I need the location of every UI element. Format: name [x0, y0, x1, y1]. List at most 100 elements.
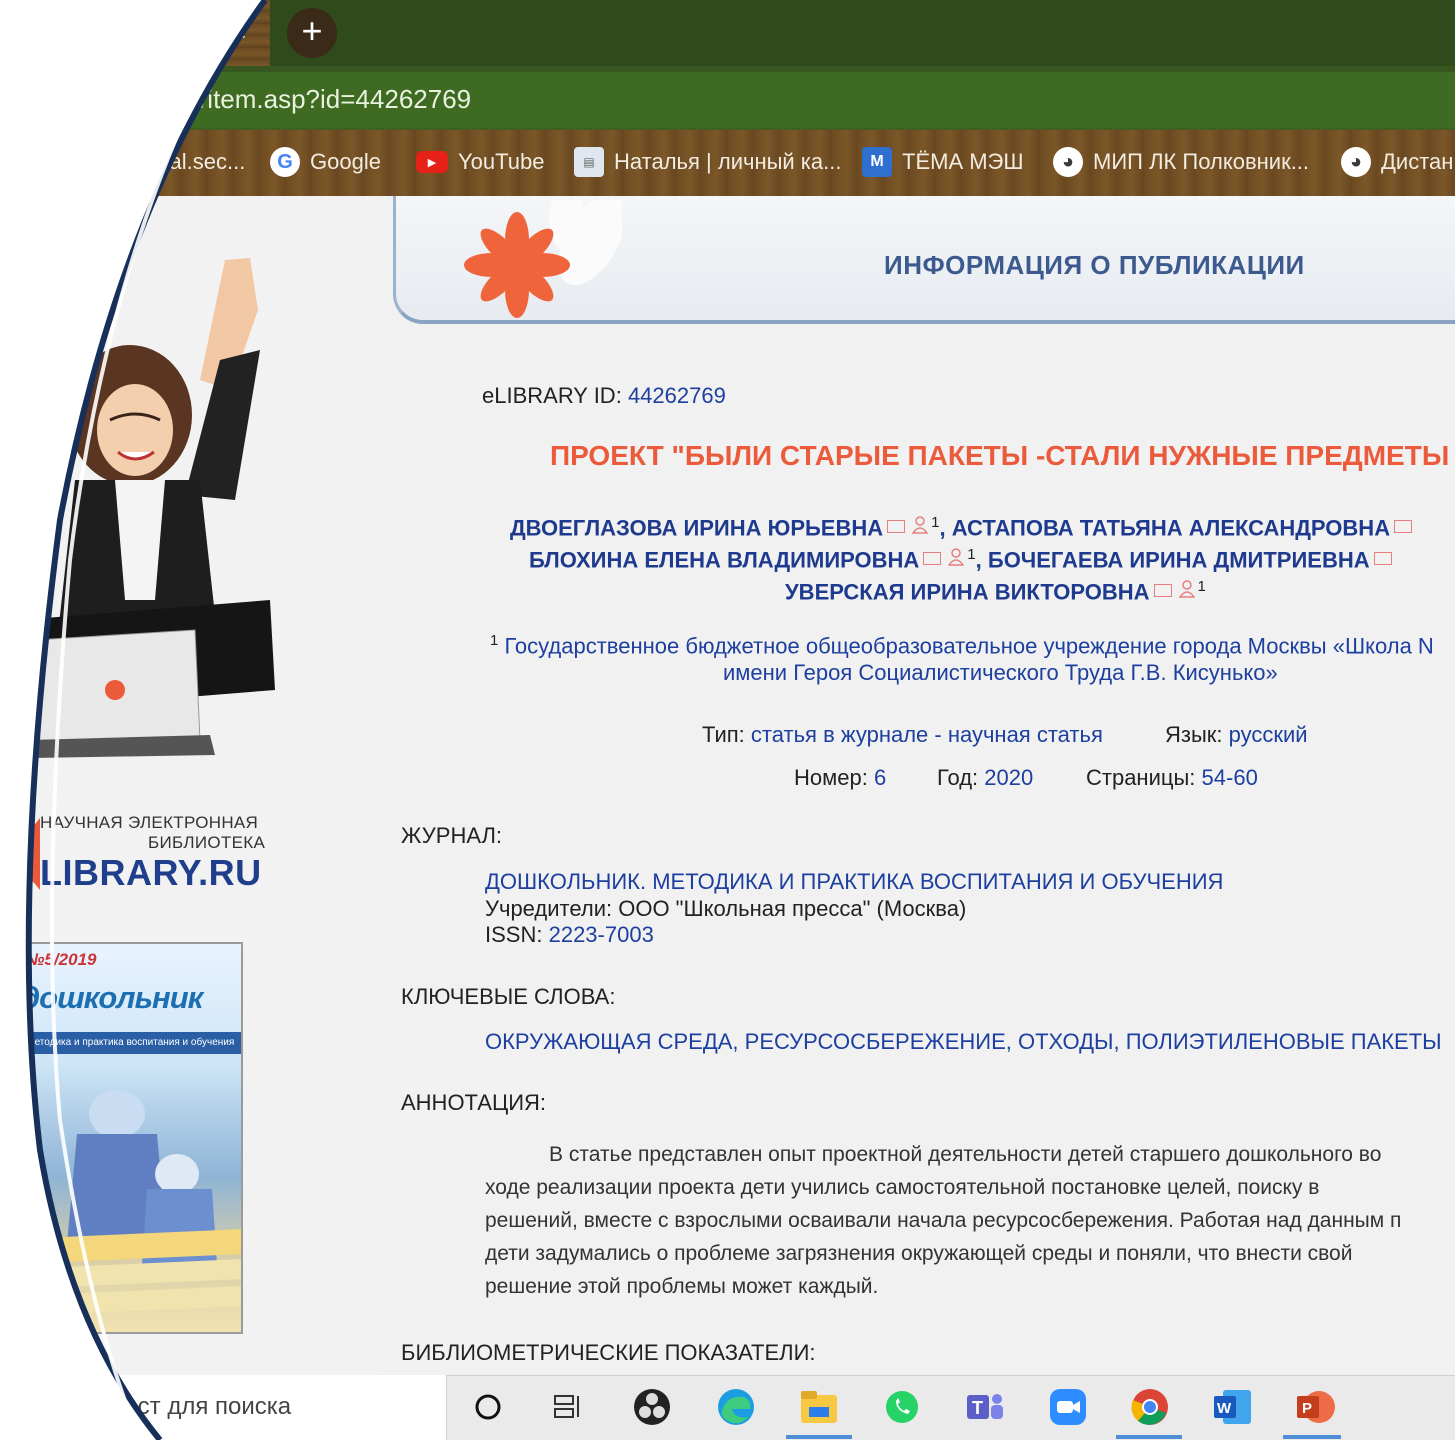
keywords-section-label: КЛЮЧЕВЫЕ СЛОВА:: [401, 984, 616, 1009]
authors-line-2: БЛОХИНА ЕЛЕНА ВЛАДИМИРОВНА 1, БОЧЕГАЕВА И…: [529, 546, 1394, 573]
affiliation-marker: 1: [1197, 578, 1206, 595]
google-icon: G: [270, 147, 300, 177]
publication-title: ПРОЕКТ "БЫЛИ СТАРЫЕ ПАКЕТЫ -СТАЛИ НУЖНЫЕ…: [550, 440, 1450, 471]
affiliation-line-1: 1 Государственное бюджетное общеобразова…: [490, 632, 1434, 659]
bookmark-label: Дистан: [1381, 149, 1454, 174]
author-link[interactable]: АСТАПОВА ТАТЬЯНА АЛЕКСАНДРОВНА: [952, 515, 1390, 540]
globe-icon: ◕: [1053, 147, 1083, 177]
type-label: Тип:: [702, 722, 745, 747]
pages-value: 54-60: [1201, 765, 1258, 790]
person-with-laptop-image: [20, 258, 275, 758]
obs-studio-icon[interactable]: [630, 1385, 674, 1429]
chrome-icon[interactable]: [1128, 1385, 1172, 1429]
author-link[interactable]: БЛОХИНА ЕЛЕНА ВЛАДИМИРОВНА: [529, 547, 919, 572]
journal-section-label: ЖУРНАЛ:: [401, 823, 503, 848]
logo-text-line1: НАУЧНАЯ ЭЛЕКТРОННАЯ: [40, 813, 259, 832]
email-icon[interactable]: [1394, 520, 1413, 534]
url-text[interactable]: ry.ru/item.asp?id=44262769: [150, 84, 471, 115]
language-row: Язык: русский: [1165, 722, 1308, 748]
new-tab-button[interactable]: +: [287, 8, 337, 58]
bookmark-label: Google: [310, 149, 381, 174]
year-value[interactable]: 2020: [984, 765, 1033, 790]
bookmark-general[interactable]: eral.sec...: [150, 146, 245, 178]
pages-row: Страницы: 54-60: [1086, 765, 1258, 791]
issue-number-value[interactable]: 6: [874, 765, 886, 790]
language-label: Язык:: [1165, 722, 1223, 747]
m-icon: M: [862, 147, 892, 177]
edge-browser-icon[interactable]: [714, 1385, 758, 1429]
mail-icon: ▤: [574, 147, 604, 177]
bookmark-label: МИП ЛК Полковник...: [1093, 149, 1310, 174]
annotation-line: дети задумались о проблеме загрязнения о…: [485, 1242, 1353, 1265]
pages-label: Страницы:: [1086, 765, 1196, 790]
file-explorer-icon[interactable]: [797, 1385, 841, 1429]
journal-cover-image[interactable]: №5/2019 дошкольник методика и практика в…: [15, 942, 243, 1334]
teams-icon[interactable]: T: [963, 1385, 1007, 1429]
bookmark-label: eral.sec...: [150, 149, 246, 174]
email-icon[interactable]: [887, 520, 906, 534]
cortana-icon[interactable]: [466, 1385, 510, 1429]
annotation-text: В статье представлен опыт проектной деят…: [485, 1138, 1455, 1303]
cover-issue-number: №5/2019: [25, 950, 97, 969]
bookmark-tema-mesh[interactable]: M ТЁМА МЭШ: [862, 146, 1024, 178]
whatsapp-icon[interactable]: [880, 1385, 924, 1429]
cover-title: дошкольник: [21, 980, 203, 1015]
annotation-section-label: АННОТАЦИЯ:: [401, 1090, 547, 1115]
affiliation-link[interactable]: Государственное бюджетное общеобразовате…: [504, 633, 1433, 658]
elibrary-id-row: eLIBRARY ID: 44262769: [482, 383, 726, 409]
bookmark-distan[interactable]: ◕ Дистан: [1341, 146, 1453, 178]
cover-illustration: [17, 1090, 241, 1316]
person-icon[interactable]: [912, 516, 929, 535]
powerpoint-icon[interactable]: P: [1293, 1385, 1337, 1429]
bookmark-label: YouTube: [458, 149, 545, 174]
powerpoint-active-indicator: [1283, 1435, 1341, 1439]
elibrary-logo-text[interactable]: LIBRARY.RU: [40, 852, 262, 894]
bookmark-youtube[interactable]: ▶ YouTube: [416, 146, 544, 178]
elibrary-id-label: eLIBRARY ID:: [482, 383, 622, 408]
task-view-icon[interactable]: [545, 1385, 589, 1429]
issn-label: ISSN:: [485, 922, 543, 947]
affiliation-line-2[interactable]: имени Героя Социалистического Труда Г.В.…: [723, 660, 1278, 686]
bookmark-google[interactable]: G Google: [270, 146, 381, 178]
globe-icon: ◕: [1341, 147, 1371, 177]
elibrary-logo-mark: [10, 818, 40, 890]
bookmark-natalia[interactable]: ▤ Наталья | личный ка...: [574, 146, 842, 178]
elibrary-id-value[interactable]: 44262769: [628, 383, 726, 408]
svg-text:T: T: [972, 1398, 983, 1418]
bibliometric-section-label: БИБЛИОМЕТРИЧЕСКИЕ ПОКАЗАТЕЛИ:: [401, 1340, 816, 1365]
email-icon[interactable]: [1153, 584, 1172, 598]
year-label: Год:: [937, 765, 979, 790]
explorer-active-indicator: [786, 1435, 852, 1439]
svg-text:P: P: [1302, 1400, 1312, 1417]
cover-subtitle: методика и практика воспитания и обучени…: [17, 1032, 241, 1054]
affiliation-number: 1: [490, 632, 499, 649]
issn-value[interactable]: 2223-7003: [549, 922, 654, 947]
author-link[interactable]: ДВОЕГЛАЗОВА ИРИНА ЮРЬЕВНА: [510, 515, 883, 540]
type-row: Тип: статья в журнале - научная статья: [702, 722, 1103, 748]
bookmark-label: ТЁМА МЭШ: [902, 149, 1024, 174]
person-icon[interactable]: [1178, 580, 1195, 599]
person-icon[interactable]: [948, 548, 965, 567]
affiliation-marker: 1: [967, 546, 976, 563]
email-icon[interactable]: [1373, 552, 1392, 566]
language-value[interactable]: русский: [1229, 722, 1308, 747]
tab-close-icon[interactable]: ✕: [228, 18, 248, 47]
issue-number-row: Номер: 6: [794, 765, 886, 791]
author-link[interactable]: УВЕРСКАЯ ИРИНА ВИКТОРОВНА: [785, 579, 1150, 604]
active-tab[interactable]: [270, 0, 1455, 66]
keywords-links[interactable]: ОКРУЖАЮЩАЯ СРЕДА, РЕСУРСОСБЕРЕЖЕНИЕ, ОТХ…: [485, 1029, 1442, 1055]
journal-founders: Учредители: ООО "Школьная пресса" (Москв…: [485, 896, 967, 921]
chrome-active-indicator: [1116, 1435, 1182, 1439]
authors-line-3: УВЕРСКАЯ ИРИНА ВИКТОРОВНА 1: [785, 578, 1206, 605]
taskbar-search-input[interactable]: т‹ ст для поиска: [112, 1393, 291, 1421]
annotation-line: ходе реализации проекта дети учились сам…: [485, 1176, 1320, 1199]
email-icon[interactable]: [923, 552, 942, 566]
bookmark-mip[interactable]: ◕ МИП ЛК Полковник...: [1053, 146, 1309, 178]
type-value[interactable]: статья в журнале - научная статья: [751, 722, 1103, 747]
journal-name-link[interactable]: ДОШКОЛЬНИК. МЕТОДИКА И ПРАКТИКА ВОСПИТАН…: [485, 869, 1223, 895]
author-link[interactable]: БОЧЕГАЕВА ИРИНА ДМИТРИЕВНА: [988, 547, 1370, 572]
svg-text:W: W: [1217, 1400, 1232, 1417]
word-icon[interactable]: W: [1211, 1385, 1255, 1429]
issue-number-label: Номер:: [794, 765, 868, 790]
zoom-icon[interactable]: [1046, 1385, 1090, 1429]
